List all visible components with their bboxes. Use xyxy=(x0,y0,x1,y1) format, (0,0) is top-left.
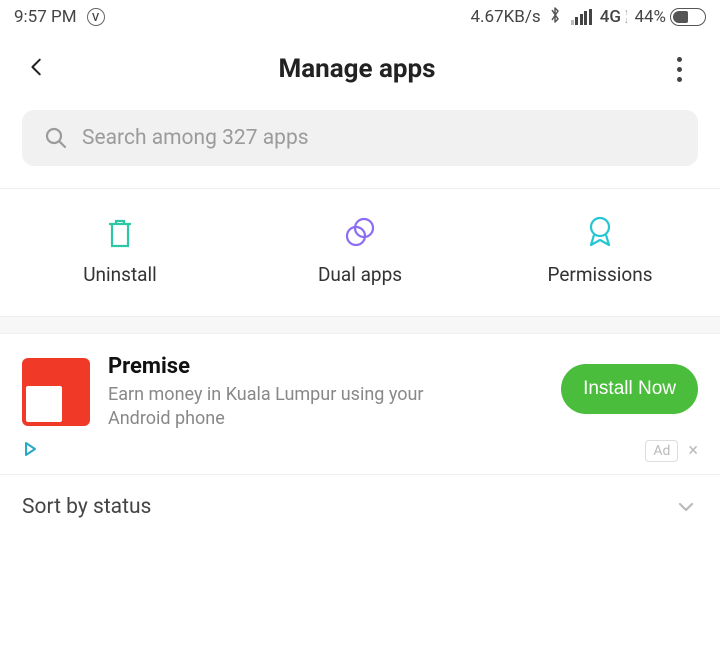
status-data-rate: 4.67KB/s xyxy=(470,7,540,27)
search-container: Search among 327 apps xyxy=(0,104,720,188)
search-input[interactable]: Search among 327 apps xyxy=(22,110,698,166)
status-time: 9:57 PM xyxy=(14,7,77,27)
ad-text: Premise Earn money in Kuala Lumpur using… xyxy=(108,354,543,432)
ad-badge: Ad xyxy=(645,440,678,462)
more-menu-button[interactable] xyxy=(666,57,694,82)
page-title: Manage apps xyxy=(278,54,435,84)
action-dual-apps[interactable]: Dual apps xyxy=(241,215,479,286)
status-right: 4.67KB/s 4G ↑↓ 44% xyxy=(470,6,706,29)
ad-play-icon[interactable] xyxy=(22,441,38,461)
dual-apps-icon xyxy=(342,215,378,251)
ad-subtitle: Earn money in Kuala Lumpur using your An… xyxy=(108,383,468,432)
ad-footer: Ad × xyxy=(0,438,720,474)
status-bar: 9:57 PM V 4.67KB/s 4G ↑↓ 44% xyxy=(0,0,720,34)
search-placeholder: Search among 327 apps xyxy=(82,126,309,150)
actions-row: Uninstall Dual apps Permissions xyxy=(0,189,720,316)
signal-icon xyxy=(571,9,592,25)
permissions-ribbon-icon xyxy=(582,215,618,251)
bluetooth-icon xyxy=(547,6,563,29)
network-arrows-icon: ↑↓ xyxy=(624,9,629,25)
ad-badge-area: Ad × xyxy=(645,440,698,462)
battery-pct: 44% xyxy=(634,7,666,27)
chevron-down-icon xyxy=(674,495,698,519)
network-type: 4G xyxy=(600,7,621,27)
header-bar: Manage apps xyxy=(0,34,720,104)
action-uninstall[interactable]: Uninstall xyxy=(1,215,239,286)
install-now-button[interactable]: Install Now xyxy=(561,364,698,414)
action-label: Uninstall xyxy=(83,263,157,286)
action-permissions[interactable]: Permissions xyxy=(481,215,719,286)
ad-app-icon xyxy=(22,358,90,426)
menu-dots-icon xyxy=(677,57,682,62)
action-label: Dual apps xyxy=(318,263,402,286)
battery-icon xyxy=(670,8,706,26)
section-gap xyxy=(0,316,720,334)
sort-label: Sort by status xyxy=(22,495,151,519)
back-chevron-icon xyxy=(26,56,48,78)
status-left: 9:57 PM V xyxy=(14,7,105,27)
battery-indicator: 44% xyxy=(634,7,706,27)
ad-title: Premise xyxy=(108,354,543,379)
vpn-indicator-icon: V xyxy=(87,8,105,26)
ad-card[interactable]: Premise Earn money in Kuala Lumpur using… xyxy=(0,334,720,438)
back-button[interactable] xyxy=(26,56,48,82)
trash-icon xyxy=(102,215,138,251)
action-label: Permissions xyxy=(547,263,652,286)
search-icon xyxy=(44,126,68,150)
sort-row[interactable]: Sort by status xyxy=(0,474,720,540)
ad-close-button[interactable]: × xyxy=(688,442,698,460)
